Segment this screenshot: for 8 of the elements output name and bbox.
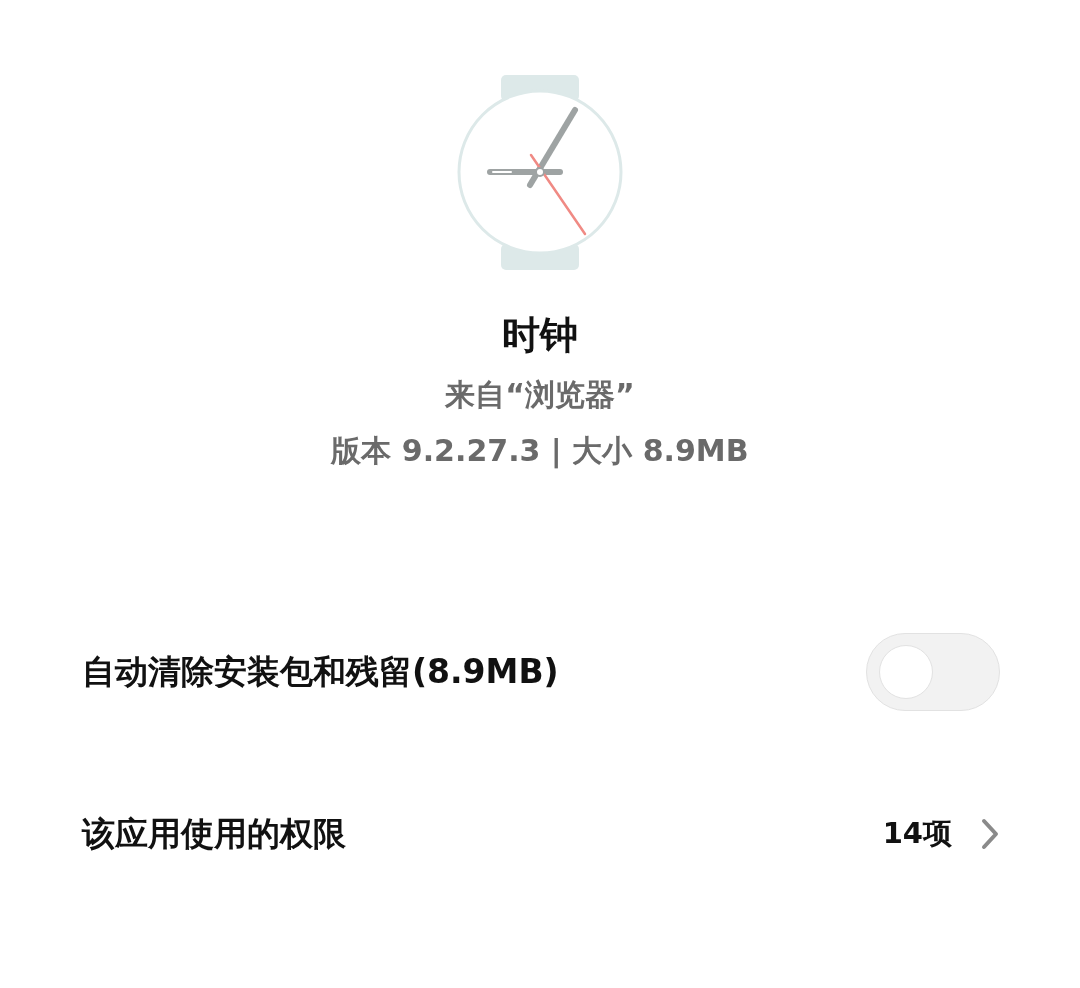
setting-label: 自动清除安装包和残留(8.9MB) — [82, 650, 560, 693]
setting-label[interactable]: 该应用使用的权限 — [82, 811, 883, 857]
clock-app-icon — [455, 75, 625, 270]
permission-count: 14项 — [882, 815, 952, 852]
chevron-right-icon[interactable] — [980, 818, 1000, 850]
app-source: 来自“浏览器” — [445, 376, 635, 414]
app-name: 时钟 — [502, 312, 578, 359]
app-version-size: 版本 9.2.27.3 | 大小 8.9MB — [331, 432, 749, 471]
